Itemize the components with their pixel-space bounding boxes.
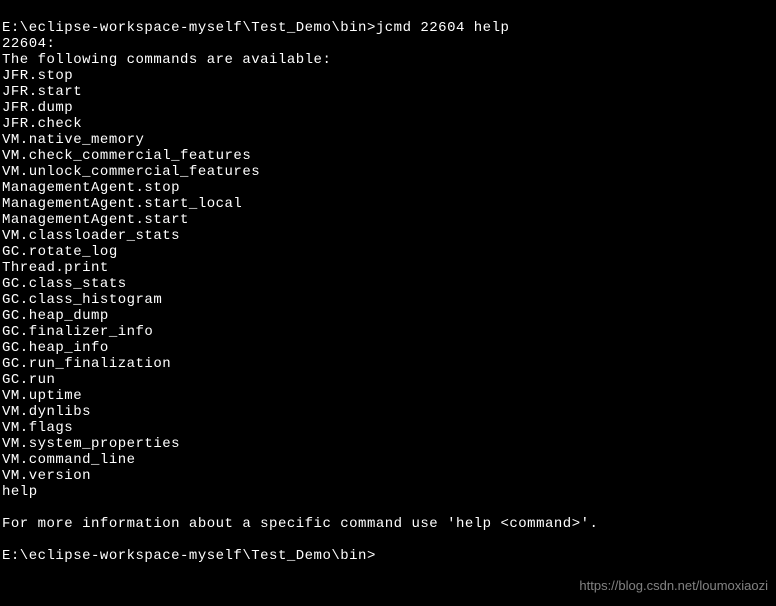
jcmd-command: VM.flags [2,420,774,436]
help-footer: For more information about a specific co… [2,516,774,532]
pid-line: 22604: [2,36,774,52]
jcmd-command: ManagementAgent.stop [2,180,774,196]
blank-line [2,500,774,516]
prompt-path: E:\eclipse-workspace-myself\Test_Demo\bi… [2,20,376,36]
watermark-text: https://blog.csdn.net/loumoxiaozi [579,578,768,594]
jcmd-command: GC.class_histogram [2,292,774,308]
jcmd-command: JFR.stop [2,68,774,84]
jcmd-command: VM.command_line [2,452,774,468]
jcmd-command: GC.class_stats [2,276,774,292]
jcmd-command: JFR.start [2,84,774,100]
jcmd-command: VM.classloader_stats [2,228,774,244]
jcmd-command: VM.native_memory [2,132,774,148]
jcmd-command: Thread.print [2,260,774,276]
jcmd-command: GC.rotate_log [2,244,774,260]
jcmd-command: VM.unlock_commercial_features [2,164,774,180]
jcmd-command: GC.heap_info [2,340,774,356]
commands-header: The following commands are available: [2,52,774,68]
jcmd-command: GC.heap_dump [2,308,774,324]
jcmd-command: ManagementAgent.start [2,212,774,228]
jcmd-command: JFR.dump [2,100,774,116]
jcmd-command: GC.run [2,372,774,388]
command-input: jcmd 22604 help [376,20,510,36]
jcmd-command: VM.dynlibs [2,404,774,420]
jcmd-command: VM.check_commercial_features [2,148,774,164]
jcmd-command: ManagementAgent.start_local [2,196,774,212]
jcmd-command: VM.system_properties [2,436,774,452]
prompt-path: E:\eclipse-workspace-myself\Test_Demo\bi… [2,548,376,564]
blank-line [2,532,774,548]
jcmd-command: JFR.check [2,116,774,132]
jcmd-command: GC.run_finalization [2,356,774,372]
jcmd-command: VM.uptime [2,388,774,404]
jcmd-command: VM.version [2,468,774,484]
jcmd-command: GC.finalizer_info [2,324,774,340]
terminal-output[interactable]: E:\eclipse-workspace-myself\Test_Demo\bi… [2,4,774,564]
jcmd-command: help [2,484,774,500]
